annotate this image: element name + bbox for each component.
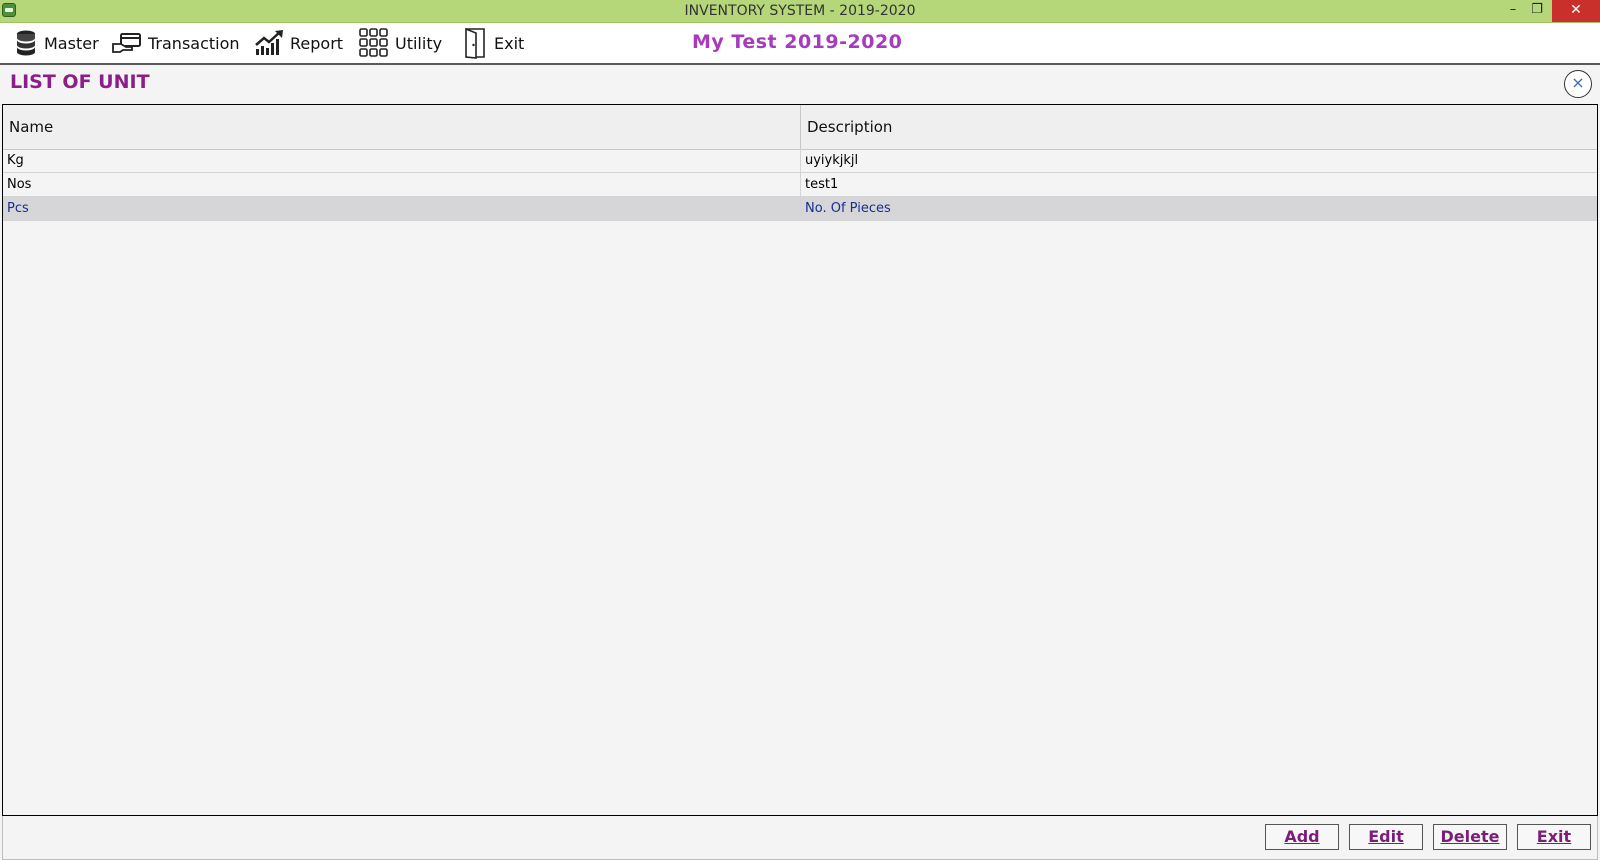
restore-button[interactable]: ❐ xyxy=(1524,0,1550,22)
panel-close-button[interactable]: × xyxy=(1564,70,1592,98)
minimize-button[interactable]: – xyxy=(1500,0,1526,22)
hand-card-icon xyxy=(112,33,141,53)
add-button[interactable]: Add xyxy=(1265,824,1339,850)
menu-master-label: Master xyxy=(44,33,99,53)
menu-transaction-label: Transaction xyxy=(148,33,240,53)
table-row[interactable]: Kg uyiykjkjl xyxy=(3,149,1597,173)
window-title: INVENTORY SYSTEM - 2019-2020 xyxy=(684,3,916,19)
close-icon: × xyxy=(1571,73,1585,92)
cell-description: test1 xyxy=(805,177,839,192)
table-row-selected[interactable]: Pcs No. Of Pieces xyxy=(3,197,1597,221)
cell-name: Nos xyxy=(3,173,801,197)
menu-report[interactable]: Report xyxy=(254,27,343,59)
delete-button[interactable]: Delete xyxy=(1433,824,1507,850)
cell-description: No. Of Pieces xyxy=(805,201,891,216)
cell-description: uyiykjkjl xyxy=(805,153,859,168)
window-titlebar: INVENTORY SYSTEM - 2019-2020 – ❐ ✕ xyxy=(0,0,1600,23)
menu-utility[interactable]: Utility xyxy=(359,27,442,59)
column-header-name[interactable]: Name xyxy=(3,105,801,149)
rising-chart-icon xyxy=(255,30,283,55)
menu-exit-label: Exit xyxy=(494,33,525,53)
company-name: My Test 2019-2020 xyxy=(692,31,903,53)
cell-name: Kg xyxy=(3,149,801,173)
menu-report-label: Report xyxy=(290,33,344,53)
exit-button[interactable]: Exit xyxy=(1517,824,1591,850)
page-title: LIST OF UNIT xyxy=(10,71,150,93)
unit-table: Name Description Kg uyiykjkjl Nos test1 … xyxy=(2,104,1598,816)
table-row[interactable]: Nos test1 xyxy=(3,173,1597,197)
menu-bar: Master Transaction Report Utility Exit M… xyxy=(0,23,1600,65)
database-icon xyxy=(17,30,35,56)
door-exit-icon xyxy=(465,27,485,59)
menu-master[interactable]: Master xyxy=(14,27,99,59)
unit-list-panel: LIST OF UNIT × Name Description Kg uyiyk… xyxy=(0,65,1600,860)
menu-transaction[interactable]: Transaction xyxy=(112,27,240,59)
menu-utility-label: Utility xyxy=(395,33,443,53)
column-header-description[interactable]: Description xyxy=(801,105,1597,149)
table-header: Name Description xyxy=(3,105,1597,150)
grid-apps-icon xyxy=(359,28,388,57)
cell-name: Pcs xyxy=(3,197,801,221)
menu-exit[interactable]: Exit xyxy=(462,27,524,59)
edit-button[interactable]: Edit xyxy=(1349,824,1423,850)
window-close-button[interactable]: ✕ xyxy=(1552,0,1600,22)
action-bar: Add Edit Delete Exit xyxy=(2,816,1598,860)
